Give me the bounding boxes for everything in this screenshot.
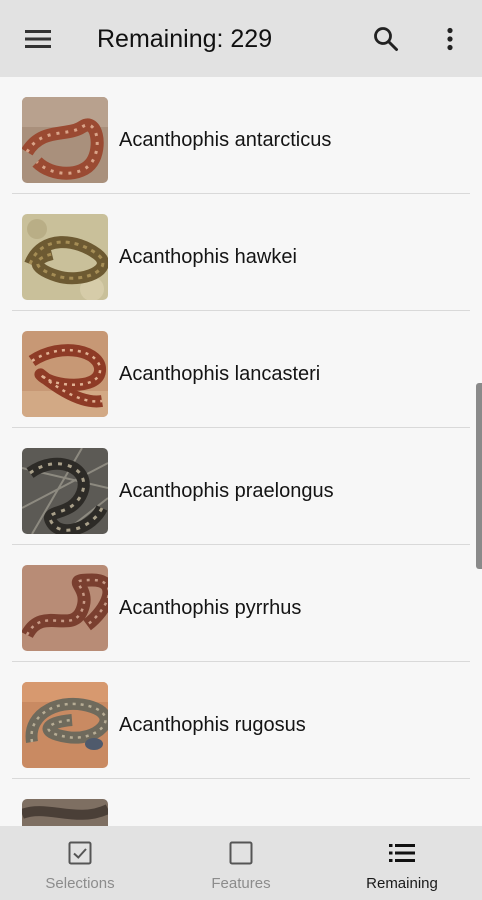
list-item[interactable]: Acanthophis lancasteri	[0, 311, 482, 428]
species-thumbnail	[22, 799, 108, 826]
list-item[interactable]: Acanthophis praelongus	[0, 428, 482, 545]
nav-label: Remaining	[366, 875, 438, 892]
nav-label: Selections	[45, 875, 115, 892]
scrollbar[interactable]	[476, 383, 482, 569]
species-thumbnail	[22, 565, 108, 651]
nav-selections[interactable]: Selections	[0, 826, 160, 900]
nav-features[interactable]: Features	[161, 826, 321, 900]
bottom-navigation: Selections Features Remaining	[0, 826, 482, 900]
species-name: Acanthophis lancasteri	[119, 363, 321, 385]
species-name: Acanthophis antarcticus	[119, 129, 332, 151]
checkbox-checked-icon	[68, 840, 92, 866]
species-list[interactable]: Acanthophis antarcticus Acanthophis hawk…	[0, 77, 482, 826]
page-title: Remaining: 229	[97, 25, 273, 53]
list-item[interactable]: Acanthophis hawkei	[0, 194, 482, 311]
list-item[interactable]: Acanthophis antarcticus	[0, 77, 482, 194]
nav-label: Features	[211, 875, 271, 892]
species-thumbnail	[22, 682, 108, 768]
nav-remaining[interactable]: Remaining	[322, 826, 482, 900]
species-name: Acanthophis pyrrhus	[119, 597, 302, 619]
search-icon[interactable]	[362, 19, 410, 59]
list-item[interactable]: Acanthophis pyrrhus	[0, 545, 482, 662]
species-name: Acanthophis rugosus	[119, 714, 306, 736]
species-thumbnail	[22, 448, 108, 534]
more-vert-icon[interactable]	[428, 19, 472, 59]
app-bar: Remaining: 229	[0, 0, 482, 77]
species-thumbnail	[22, 97, 108, 183]
species-thumbnail	[22, 331, 108, 417]
list-item[interactable]	[0, 779, 482, 826]
species-name: Acanthophis hawkei	[119, 246, 297, 268]
hamburger-menu-icon[interactable]	[14, 19, 62, 59]
checkbox-empty-icon	[229, 840, 253, 866]
list-icon	[389, 840, 415, 866]
list-item[interactable]: Acanthophis rugosus	[0, 662, 482, 779]
species-thumbnail	[22, 214, 108, 300]
species-name: Acanthophis praelongus	[119, 480, 334, 502]
